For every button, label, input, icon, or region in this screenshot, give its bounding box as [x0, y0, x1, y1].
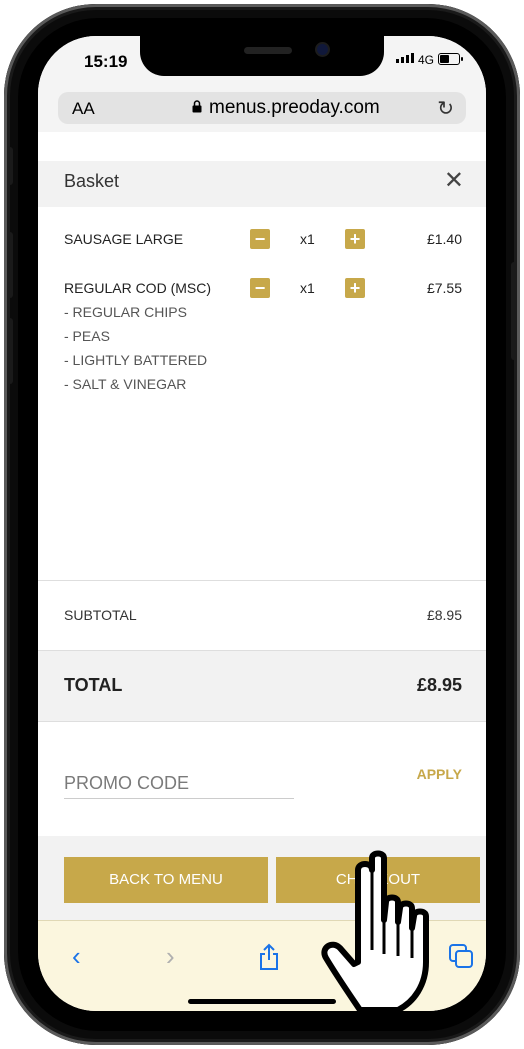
close-icon[interactable]: ✕: [444, 166, 464, 195]
silent-switch: [7, 147, 13, 185]
item-name: SAUSAGE LARGE: [64, 231, 184, 247]
divider: [38, 580, 486, 581]
battery-icon: [438, 53, 463, 65]
basket-title: Basket: [64, 171, 120, 191]
speaker-grille: [244, 47, 292, 54]
item-quantity: x1: [300, 280, 315, 296]
subtotal-value: £8.95: [426, 607, 462, 623]
power-button: [511, 262, 517, 360]
decrease-quantity-button[interactable]: −: [250, 229, 270, 249]
total-row: TOTAL £8.95: [38, 650, 486, 722]
basket-header: Basket ✕: [38, 161, 486, 207]
pointer-hand-icon: [321, 850, 429, 1013]
subtotal-label: SUBTOTAL: [64, 607, 137, 623]
item-option: - LIGHTLY BATTERED: [64, 352, 208, 368]
volume-down-button: [7, 318, 13, 384]
browser-address-area: AA menus.preoday.com ↻: [38, 92, 486, 132]
text-size-button[interactable]: AA: [72, 99, 95, 119]
item-option: - REGULAR CHIPS: [64, 304, 187, 320]
forward-icon[interactable]: ›: [166, 941, 175, 972]
status-time: 15:19: [84, 52, 128, 71]
network-type: 4G: [418, 53, 435, 67]
increase-quantity-button[interactable]: +: [345, 278, 365, 298]
lock-icon: [192, 100, 202, 113]
apply-promo-button[interactable]: APPLY: [417, 766, 462, 782]
item-price: £7.55: [426, 280, 462, 296]
volume-up-button: [7, 232, 13, 298]
total-value: £8.95: [416, 675, 462, 695]
address-bar[interactable]: AA menus.preoday.com ↻: [58, 92, 466, 124]
item-option: - PEAS: [64, 328, 110, 344]
increase-quantity-button[interactable]: +: [345, 229, 365, 249]
promo-code-input[interactable]: [64, 768, 294, 799]
signal-icon: [396, 53, 414, 63]
item-name: REGULAR COD (MSC): [64, 280, 212, 296]
back-to-menu-button[interactable]: BACK TO MENU: [64, 857, 268, 903]
front-camera: [317, 44, 328, 55]
item-price: £1.40: [426, 231, 462, 247]
item-option: - SALT & VINEGAR: [64, 376, 187, 392]
notch: [140, 36, 384, 76]
url-text: menus.preoday.com: [209, 97, 380, 118]
reload-icon[interactable]: ↻: [437, 96, 454, 121]
decrease-quantity-button[interactable]: −: [250, 278, 270, 298]
share-icon[interactable]: [258, 943, 280, 971]
item-quantity: x1: [300, 231, 315, 247]
back-icon[interactable]: ‹: [72, 941, 81, 972]
total-label: TOTAL: [64, 675, 123, 695]
